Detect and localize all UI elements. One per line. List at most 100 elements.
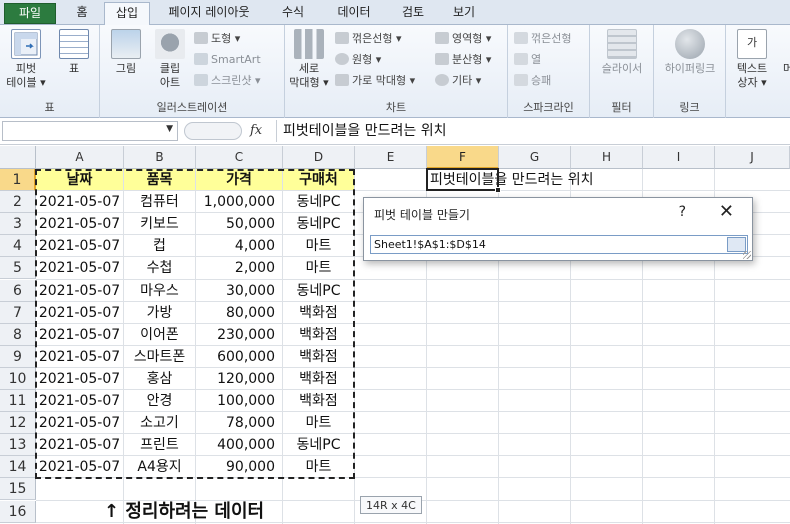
row-header-8[interactable]: 8 bbox=[0, 323, 36, 346]
table-cell[interactable]: 2021-05-07 bbox=[36, 390, 123, 412]
table-cell[interactable]: 수첩 bbox=[124, 257, 195, 279]
column-chart-button[interactable]: 세로 막대형 ▾ bbox=[285, 29, 333, 90]
tab-home[interactable]: 홈 bbox=[62, 2, 102, 25]
table-cell[interactable]: 2021-05-07 bbox=[36, 368, 123, 390]
table-cell[interactable]: 이어폰 bbox=[124, 324, 195, 346]
table-cell[interactable]: 100,000 bbox=[196, 390, 282, 412]
table-cell[interactable]: 백화점 bbox=[283, 302, 354, 324]
table-cell[interactable]: 2021-05-07 bbox=[36, 280, 123, 302]
table-cell[interactable]: 2,000 bbox=[196, 257, 282, 279]
table-cell[interactable]: 2021-05-07 bbox=[36, 456, 123, 478]
row-header-2[interactable]: 2 bbox=[0, 191, 36, 214]
table-cell[interactable]: 마트 bbox=[283, 257, 354, 279]
column-header-b[interactable]: B bbox=[124, 146, 196, 169]
table-cell[interactable]: 마트 bbox=[283, 456, 354, 478]
table-cell[interactable]: 키보드 bbox=[124, 213, 195, 235]
table-header-cell[interactable]: 날짜 bbox=[36, 169, 123, 191]
header-footer-button[interactable]: 머 bbox=[778, 29, 790, 76]
table-cell[interactable]: 2021-05-07 bbox=[36, 235, 123, 257]
range-picker-icon[interactable] bbox=[727, 237, 746, 252]
tab-file[interactable]: 파일 bbox=[4, 3, 56, 24]
table-cell[interactable]: 소고기 bbox=[124, 412, 195, 434]
tab-view[interactable]: 보기 bbox=[444, 2, 484, 25]
active-cell-f1[interactable] bbox=[426, 168, 499, 192]
row-header-6[interactable]: 6 bbox=[0, 279, 36, 302]
table-header-cell[interactable]: 품목 bbox=[124, 169, 195, 191]
table-cell[interactable]: 2021-05-07 bbox=[36, 346, 123, 368]
column-header-d[interactable]: D bbox=[283, 146, 355, 169]
tab-review[interactable]: 검토 bbox=[390, 2, 436, 25]
table-cell[interactable]: 프린트 bbox=[124, 434, 195, 456]
row-header-4[interactable]: 4 bbox=[0, 235, 36, 258]
table-cell[interactable]: 230,000 bbox=[196, 324, 282, 346]
table-cell[interactable]: 600,000 bbox=[196, 346, 282, 368]
picture-button[interactable]: 그림 bbox=[102, 29, 150, 76]
column-header-a[interactable]: A bbox=[36, 146, 124, 169]
pie-chart-button[interactable]: 원형 ▾ bbox=[335, 50, 381, 69]
table-cell[interactable]: 2021-05-07 bbox=[36, 257, 123, 279]
formula-input[interactable]: 피벗테이블을 만드려는 위치 bbox=[276, 120, 788, 142]
table-cell[interactable]: 80,000 bbox=[196, 302, 282, 324]
table-cell[interactable]: 동네PC bbox=[283, 434, 354, 456]
sparkline-column-button[interactable]: 열 bbox=[514, 50, 541, 69]
scatter-chart-button[interactable]: 분산형 ▾ bbox=[435, 50, 491, 69]
row-header-13[interactable]: 13 bbox=[0, 434, 36, 457]
area-chart-button[interactable]: 영역형 ▾ bbox=[435, 29, 491, 48]
table-cell[interactable]: 안경 bbox=[124, 390, 195, 412]
table-cell[interactable]: 50,000 bbox=[196, 213, 282, 235]
table-cell[interactable]: 가방 bbox=[124, 302, 195, 324]
row-header-14[interactable]: 14 bbox=[0, 456, 36, 479]
column-header-i[interactable]: I bbox=[643, 146, 715, 169]
shapes-button[interactable]: 도형 ▾ bbox=[194, 29, 240, 48]
table-cell[interactable]: 동네PC bbox=[283, 213, 354, 235]
table-cell[interactable]: 90,000 bbox=[196, 456, 282, 478]
tab-formulas[interactable]: 수식 bbox=[270, 2, 316, 25]
column-header-e[interactable]: E bbox=[355, 146, 427, 169]
close-icon[interactable]: ✕ bbox=[719, 201, 734, 222]
bar-chart-button[interactable]: 가로 막대형 ▾ bbox=[335, 71, 415, 90]
table-cell[interactable]: 백화점 bbox=[283, 390, 354, 412]
range-input[interactable]: Sheet1!$A$1:$D$14 bbox=[370, 235, 748, 254]
table-cell[interactable]: 2021-05-07 bbox=[36, 434, 123, 456]
name-box-dropdown-icon[interactable]: ▼ bbox=[166, 124, 173, 134]
select-all-corner[interactable] bbox=[0, 146, 36, 169]
table-cell[interactable]: 홍삼 bbox=[124, 368, 195, 390]
table-cell[interactable]: 2021-05-07 bbox=[36, 324, 123, 346]
table-cell[interactable]: 동네PC bbox=[283, 280, 354, 302]
column-header-f[interactable]: F bbox=[427, 146, 499, 169]
table-cell[interactable]: 동네PC bbox=[283, 191, 354, 213]
row-header-7[interactable]: 7 bbox=[0, 301, 36, 324]
tab-page-layout[interactable]: 페이지 레이아웃 bbox=[156, 2, 262, 25]
smartart-button[interactable]: SmartArt bbox=[194, 50, 261, 69]
clip-art-button[interactable]: 클립 아트 bbox=[146, 29, 194, 90]
table-cell[interactable]: 120,000 bbox=[196, 368, 282, 390]
table-cell[interactable]: 78,000 bbox=[196, 412, 282, 434]
table-cell[interactable]: 1,000,000 bbox=[196, 191, 282, 213]
table-cell[interactable]: 2021-05-07 bbox=[36, 302, 123, 324]
table-cell[interactable]: 마트 bbox=[283, 235, 354, 257]
insert-function-icon[interactable]: fx bbox=[250, 123, 262, 138]
row-header-16[interactable]: 16 bbox=[0, 500, 36, 523]
table-cell[interactable]: 백화점 bbox=[283, 368, 354, 390]
row-header-3[interactable]: 3 bbox=[0, 213, 36, 236]
name-box[interactable]: ▼ bbox=[2, 121, 178, 141]
sparkline-line-button[interactable]: 꺾은선형 bbox=[514, 29, 571, 48]
column-header-j[interactable]: J bbox=[715, 146, 790, 169]
column-header-g[interactable]: G bbox=[499, 146, 571, 169]
row-header-1[interactable]: 1 bbox=[0, 169, 36, 192]
table-cell[interactable]: 4,000 bbox=[196, 235, 282, 257]
column-header-c[interactable]: C bbox=[196, 146, 283, 169]
table-cell[interactable]: 컴퓨터 bbox=[124, 191, 195, 213]
screenshot-button[interactable]: 스크린샷 ▾ bbox=[194, 71, 261, 90]
table-cell[interactable]: 400,000 bbox=[196, 434, 282, 456]
tab-data[interactable]: 데이터 bbox=[326, 2, 382, 25]
sparkline-winloss-button[interactable]: 승패 bbox=[514, 71, 551, 90]
slicer-button[interactable]: 슬라이서 bbox=[598, 29, 646, 76]
tab-insert[interactable]: 삽입 bbox=[104, 2, 150, 26]
table-cell[interactable]: 2021-05-07 bbox=[36, 191, 123, 213]
row-header-10[interactable]: 10 bbox=[0, 367, 36, 390]
table-cell[interactable]: 컵 bbox=[124, 235, 195, 257]
table-button[interactable]: 표 bbox=[50, 29, 98, 76]
hyperlink-button[interactable]: 하이퍼링크 bbox=[658, 29, 722, 76]
other-charts-button[interactable]: 기타 ▾ bbox=[435, 71, 481, 90]
